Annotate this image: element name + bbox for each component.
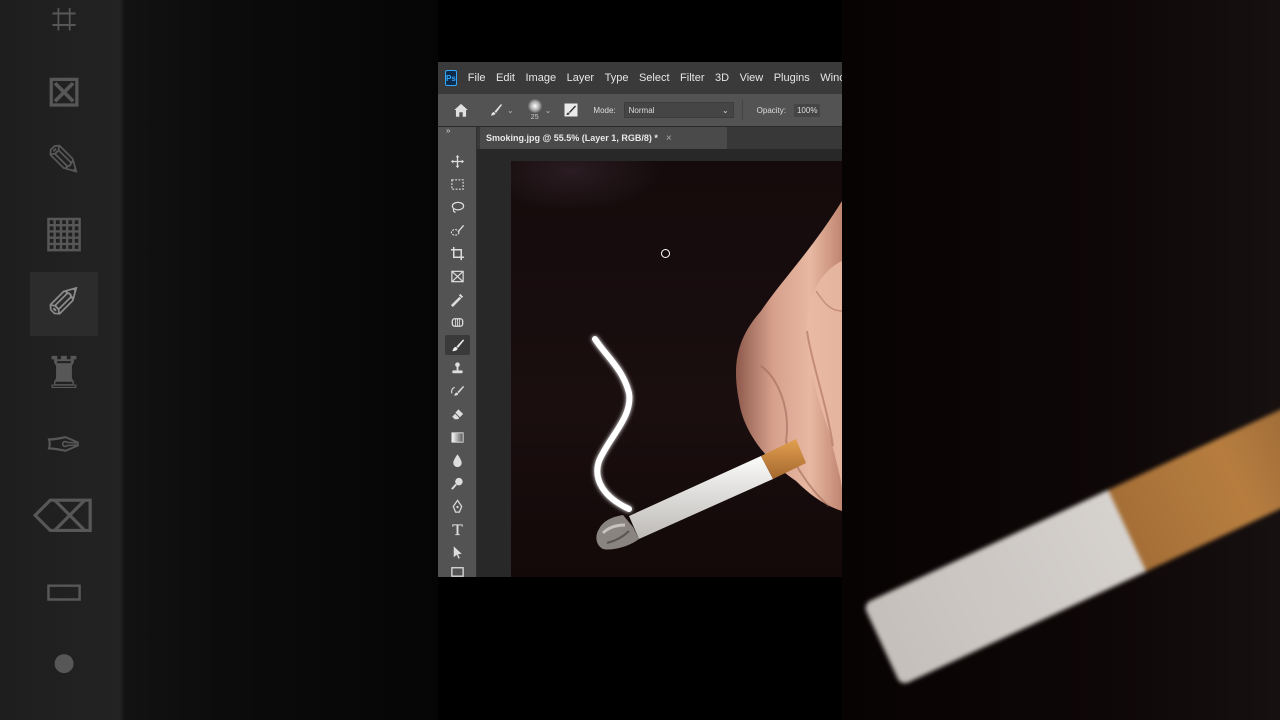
blend-mode-value: Normal (628, 105, 655, 115)
mode-label: Mode: (593, 105, 616, 115)
menu-view[interactable]: View (740, 72, 764, 84)
menu-edit[interactable]: Edit (496, 72, 515, 84)
eraser-icon[interactable] (445, 404, 470, 424)
background-zoomed-toolbar: ⌗ ⊠ ✎ ▦ ✐ ♜ ✑ ⌫ ▭ ● (0, 0, 438, 720)
crop-icon[interactable] (445, 243, 470, 263)
bg-eraser-icon: ⌫ (32, 493, 96, 542)
background-cigarette-blur (862, 384, 1280, 686)
photoshop-logo: Ps (445, 70, 457, 86)
type-icon[interactable] (445, 519, 470, 539)
pen-icon[interactable] (445, 496, 470, 516)
gradient-icon[interactable] (445, 427, 470, 447)
brush-size-value: 25 (530, 114, 539, 121)
brush-size-chevron-icon[interactable]: ⌄ (545, 106, 552, 115)
bg-brush-icon: ✐ (30, 272, 98, 336)
clone-stamp-icon[interactable] (445, 358, 470, 378)
blend-mode-select[interactable]: Normal ⌄ (623, 102, 734, 118)
rectangle-shape-icon[interactable] (445, 561, 470, 577)
menu-image[interactable]: Image (526, 72, 557, 84)
bg-stamp-icon: ♜ (44, 349, 84, 398)
menu-file[interactable]: File (468, 72, 486, 84)
background-toolbar-blur: ⌗ ⊠ ✎ ▦ ✐ ♜ ✑ ⌫ ▭ ● (18, 0, 110, 720)
quick-selection-icon[interactable] (445, 220, 470, 240)
menu-filter[interactable]: Filter (680, 72, 704, 84)
workspace: » Smoking.jpg @ 55.5% (Layer 1, RGB/8) *… (438, 126, 842, 577)
bg-crop-icon: ⌗ (51, 0, 77, 44)
opacity-field[interactable]: 100% (793, 103, 821, 117)
menu-type[interactable]: Type (605, 72, 629, 84)
menu-layer[interactable]: Layer (567, 72, 595, 84)
bg-history-brush-icon: ✑ (45, 421, 83, 470)
frame-icon[interactable] (445, 266, 470, 286)
document-tab-bar: Smoking.jpg @ 55.5% (Layer 1, RGB/8) * × (477, 127, 842, 149)
bg-blur-icon: ● (50, 637, 78, 686)
collapse-panel-icon[interactable]: » (446, 126, 450, 135)
cigarette-shape (596, 439, 806, 550)
document-tab-title: Smoking.jpg @ 55.5% (Layer 1, RGB/8) * (486, 133, 658, 143)
opacity-label: Opacity: (756, 105, 786, 115)
close-icon[interactable]: × (666, 133, 672, 144)
menu-bar: Ps File Edit Image Layer Type Select Fil… (438, 62, 842, 94)
blur-icon[interactable] (445, 450, 470, 470)
menu-window[interactable]: Winc (820, 72, 842, 84)
bg-frame-icon: ⊠ (45, 67, 83, 116)
document-tab[interactable]: Smoking.jpg @ 55.5% (Layer 1, RGB/8) * × (480, 127, 727, 149)
eyedropper-icon[interactable] (445, 289, 470, 309)
brush-tip-icon (527, 99, 542, 113)
menu-select[interactable]: Select (639, 72, 670, 84)
rectangular-marquee-icon[interactable] (445, 174, 470, 194)
brush-settings-panel-icon[interactable] (563, 102, 579, 118)
bg-eyedropper-icon: ✎ (45, 137, 83, 186)
options-bar: ⌄ 25 ⌄ Mode: Normal ⌄ Opacity: 100% (438, 94, 842, 127)
menu-3d[interactable]: 3D (715, 72, 729, 84)
canvas-area (477, 149, 842, 577)
document-canvas[interactable] (511, 161, 842, 577)
photoshop-window: Ps File Edit Image Layer Type Select Fil… (438, 62, 842, 577)
painted-smoke-stroke (592, 336, 633, 512)
tools-panel: » (438, 126, 477, 577)
spot-healing-icon[interactable] (445, 312, 470, 332)
lasso-icon[interactable] (445, 197, 470, 217)
brush-preset-chevron-icon[interactable]: ⌄ (507, 106, 514, 115)
bg-healing-icon: ▦ (43, 207, 85, 256)
brush-size-picker[interactable]: 25 (527, 99, 542, 121)
move-tool-icon[interactable] (445, 151, 470, 171)
bg-gradient-icon: ▭ (43, 565, 85, 614)
brush-preset-icon[interactable] (488, 102, 504, 118)
path-selection-icon[interactable] (445, 542, 470, 562)
dodge-icon[interactable] (445, 473, 470, 493)
brush-tool-icon[interactable] (445, 335, 470, 355)
brush-cursor (661, 249, 670, 258)
chevron-down-icon: ⌄ (721, 105, 729, 115)
menu-plugins[interactable]: Plugins (774, 72, 810, 84)
background-zoomed-hand (842, 0, 1280, 720)
options-divider (741, 100, 743, 120)
home-icon[interactable] (452, 101, 470, 119)
canvas-photo (592, 201, 842, 550)
history-brush-icon[interactable] (445, 381, 470, 401)
